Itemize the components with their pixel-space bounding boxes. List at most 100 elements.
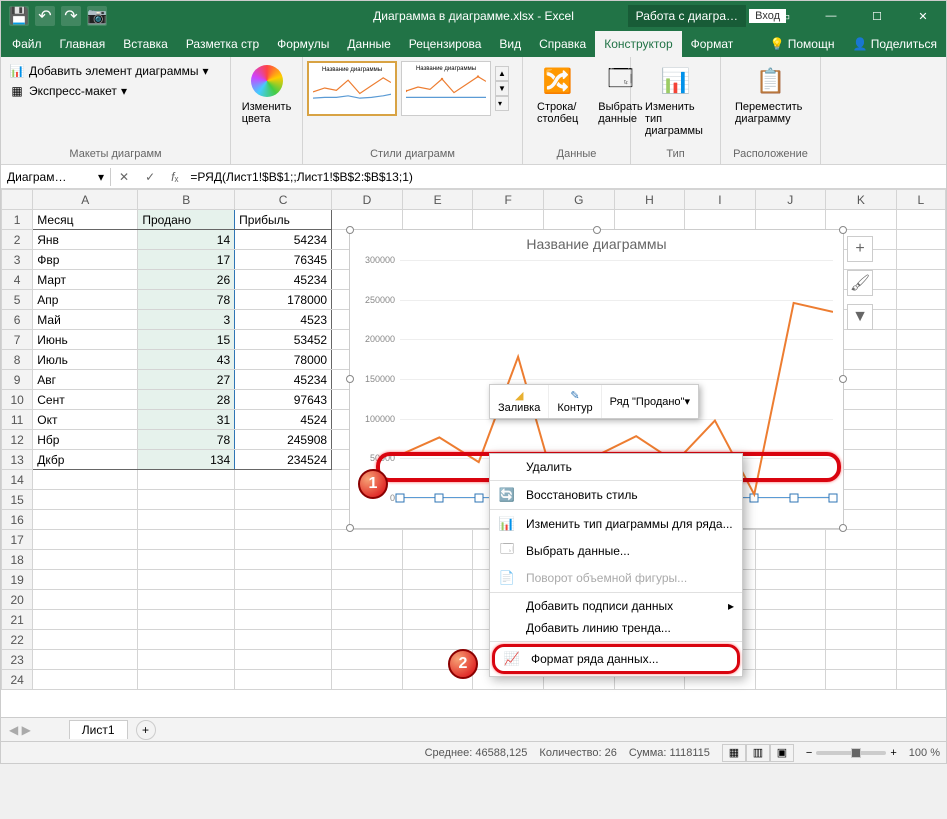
change-chart-type[interactable]: 📊Изменить тип диаграммы: [635, 61, 716, 141]
cell[interactable]: [826, 550, 897, 570]
cell[interactable]: [896, 330, 945, 350]
cell[interactable]: [138, 550, 235, 570]
cell[interactable]: Апр: [33, 290, 138, 310]
cell[interactable]: [332, 650, 403, 670]
cell[interactable]: [235, 630, 332, 650]
cell[interactable]: [332, 590, 403, 610]
row-header[interactable]: 7: [2, 330, 33, 350]
cell[interactable]: [235, 530, 332, 550]
cell[interactable]: [33, 470, 138, 490]
cancel-icon[interactable]: ✕: [111, 170, 137, 184]
cell[interactable]: [896, 510, 945, 530]
cell[interactable]: 17: [138, 250, 235, 270]
cell[interactable]: [896, 630, 945, 650]
cell[interactable]: Месяц: [33, 210, 138, 230]
cell[interactable]: [755, 590, 825, 610]
formula-input[interactable]: =РЯД(Лист1!$B$1;;Лист1!$B$2:$B$13;1): [186, 168, 946, 186]
tab-insert[interactable]: Вставка: [114, 31, 177, 57]
tab-formulas[interactable]: Формулы: [268, 31, 338, 57]
zoom-level[interactable]: 100 %: [909, 747, 940, 759]
cell[interactable]: 4524: [235, 410, 332, 430]
row-header[interactable]: 18: [2, 550, 33, 570]
cell[interactable]: [896, 230, 945, 250]
cell[interactable]: 4523: [235, 310, 332, 330]
share-button[interactable]: 👤 Поделиться: [843, 31, 946, 57]
cell[interactable]: 178000: [235, 290, 332, 310]
cell[interactable]: [332, 670, 403, 690]
cell[interactable]: 45234: [235, 370, 332, 390]
cell[interactable]: [33, 610, 138, 630]
col-C[interactable]: C: [235, 190, 332, 210]
col-B[interactable]: B: [138, 190, 235, 210]
cell[interactable]: Дкбр: [33, 450, 138, 470]
ctx-format-data-series[interactable]: 📈Формат ряда данных...: [495, 647, 737, 671]
cell[interactable]: 245908: [235, 430, 332, 450]
cell[interactable]: [755, 570, 825, 590]
cell[interactable]: [138, 650, 235, 670]
cell[interactable]: [138, 510, 235, 530]
cell[interactable]: [235, 590, 332, 610]
cell[interactable]: [896, 490, 945, 510]
row-header[interactable]: 24: [2, 670, 33, 690]
redo-icon[interactable]: ↷: [61, 6, 81, 26]
chart-style-1[interactable]: Название диаграммы: [307, 61, 397, 116]
switch-row-column[interactable]: 🔀Строка/столбец: [527, 61, 588, 129]
row-header[interactable]: 16: [2, 510, 33, 530]
chart-styles-gallery[interactable]: Название диаграммы Название диаграммы ▲ …: [307, 61, 518, 116]
cell[interactable]: [896, 270, 945, 290]
cell[interactable]: [33, 650, 138, 670]
row-header[interactable]: 1: [2, 210, 33, 230]
cell[interactable]: 45234: [235, 270, 332, 290]
col-E[interactable]: E: [402, 190, 473, 210]
cell[interactable]: [138, 590, 235, 610]
cell[interactable]: [332, 210, 403, 230]
ctx-add-data-labels[interactable]: Добавить подписи данных▸: [490, 595, 742, 617]
tab-nav-icons[interactable]: ◀ ▶: [1, 723, 39, 737]
cell[interactable]: [33, 590, 138, 610]
cell[interactable]: Май: [33, 310, 138, 330]
cell[interactable]: [826, 570, 897, 590]
row-header[interactable]: 20: [2, 590, 33, 610]
cell[interactable]: 78000: [235, 350, 332, 370]
cell[interactable]: 54234: [235, 230, 332, 250]
cell[interactable]: [826, 590, 897, 610]
cell[interactable]: [896, 550, 945, 570]
cell[interactable]: 53452: [235, 330, 332, 350]
row-header[interactable]: 11: [2, 410, 33, 430]
cell[interactable]: [33, 510, 138, 530]
cell[interactable]: 3: [138, 310, 235, 330]
cell[interactable]: [235, 550, 332, 570]
tab-help[interactable]: Справка: [530, 31, 595, 57]
cell[interactable]: Июнь: [33, 330, 138, 350]
cell[interactable]: Прибыль: [235, 210, 332, 230]
cell[interactable]: [235, 510, 332, 530]
new-sheet-button[interactable]: +: [136, 720, 156, 740]
mini-fill[interactable]: ◢Заливка: [490, 385, 549, 418]
cell[interactable]: [33, 530, 138, 550]
cell[interactable]: [33, 670, 138, 690]
gallery-down-icon[interactable]: ▼: [495, 81, 509, 96]
cell[interactable]: [235, 470, 332, 490]
cell[interactable]: [402, 610, 473, 630]
cell[interactable]: [896, 350, 945, 370]
row-header[interactable]: 19: [2, 570, 33, 590]
cell[interactable]: [755, 530, 825, 550]
row-header[interactable]: 14: [2, 470, 33, 490]
cell[interactable]: [138, 630, 235, 650]
col-K[interactable]: K: [826, 190, 897, 210]
col-H[interactable]: H: [614, 190, 685, 210]
cell[interactable]: [543, 210, 614, 230]
cell[interactable]: 27: [138, 370, 235, 390]
quick-layout[interactable]: ▦Экспресс-макет ▾: [5, 81, 226, 101]
cell[interactable]: [826, 650, 897, 670]
row-header[interactable]: 6: [2, 310, 33, 330]
row-header[interactable]: 9: [2, 370, 33, 390]
cell[interactable]: [826, 610, 897, 630]
row-header[interactable]: 8: [2, 350, 33, 370]
ctx-select-data[interactable]: 🗔Выбрать данные...: [490, 536, 742, 566]
camera-icon[interactable]: 📷: [87, 6, 107, 26]
cell[interactable]: [33, 630, 138, 650]
cell[interactable]: Нбр: [33, 430, 138, 450]
cell[interactable]: [138, 570, 235, 590]
mini-series-select[interactable]: Ряд "Продано" ▾: [602, 385, 698, 418]
